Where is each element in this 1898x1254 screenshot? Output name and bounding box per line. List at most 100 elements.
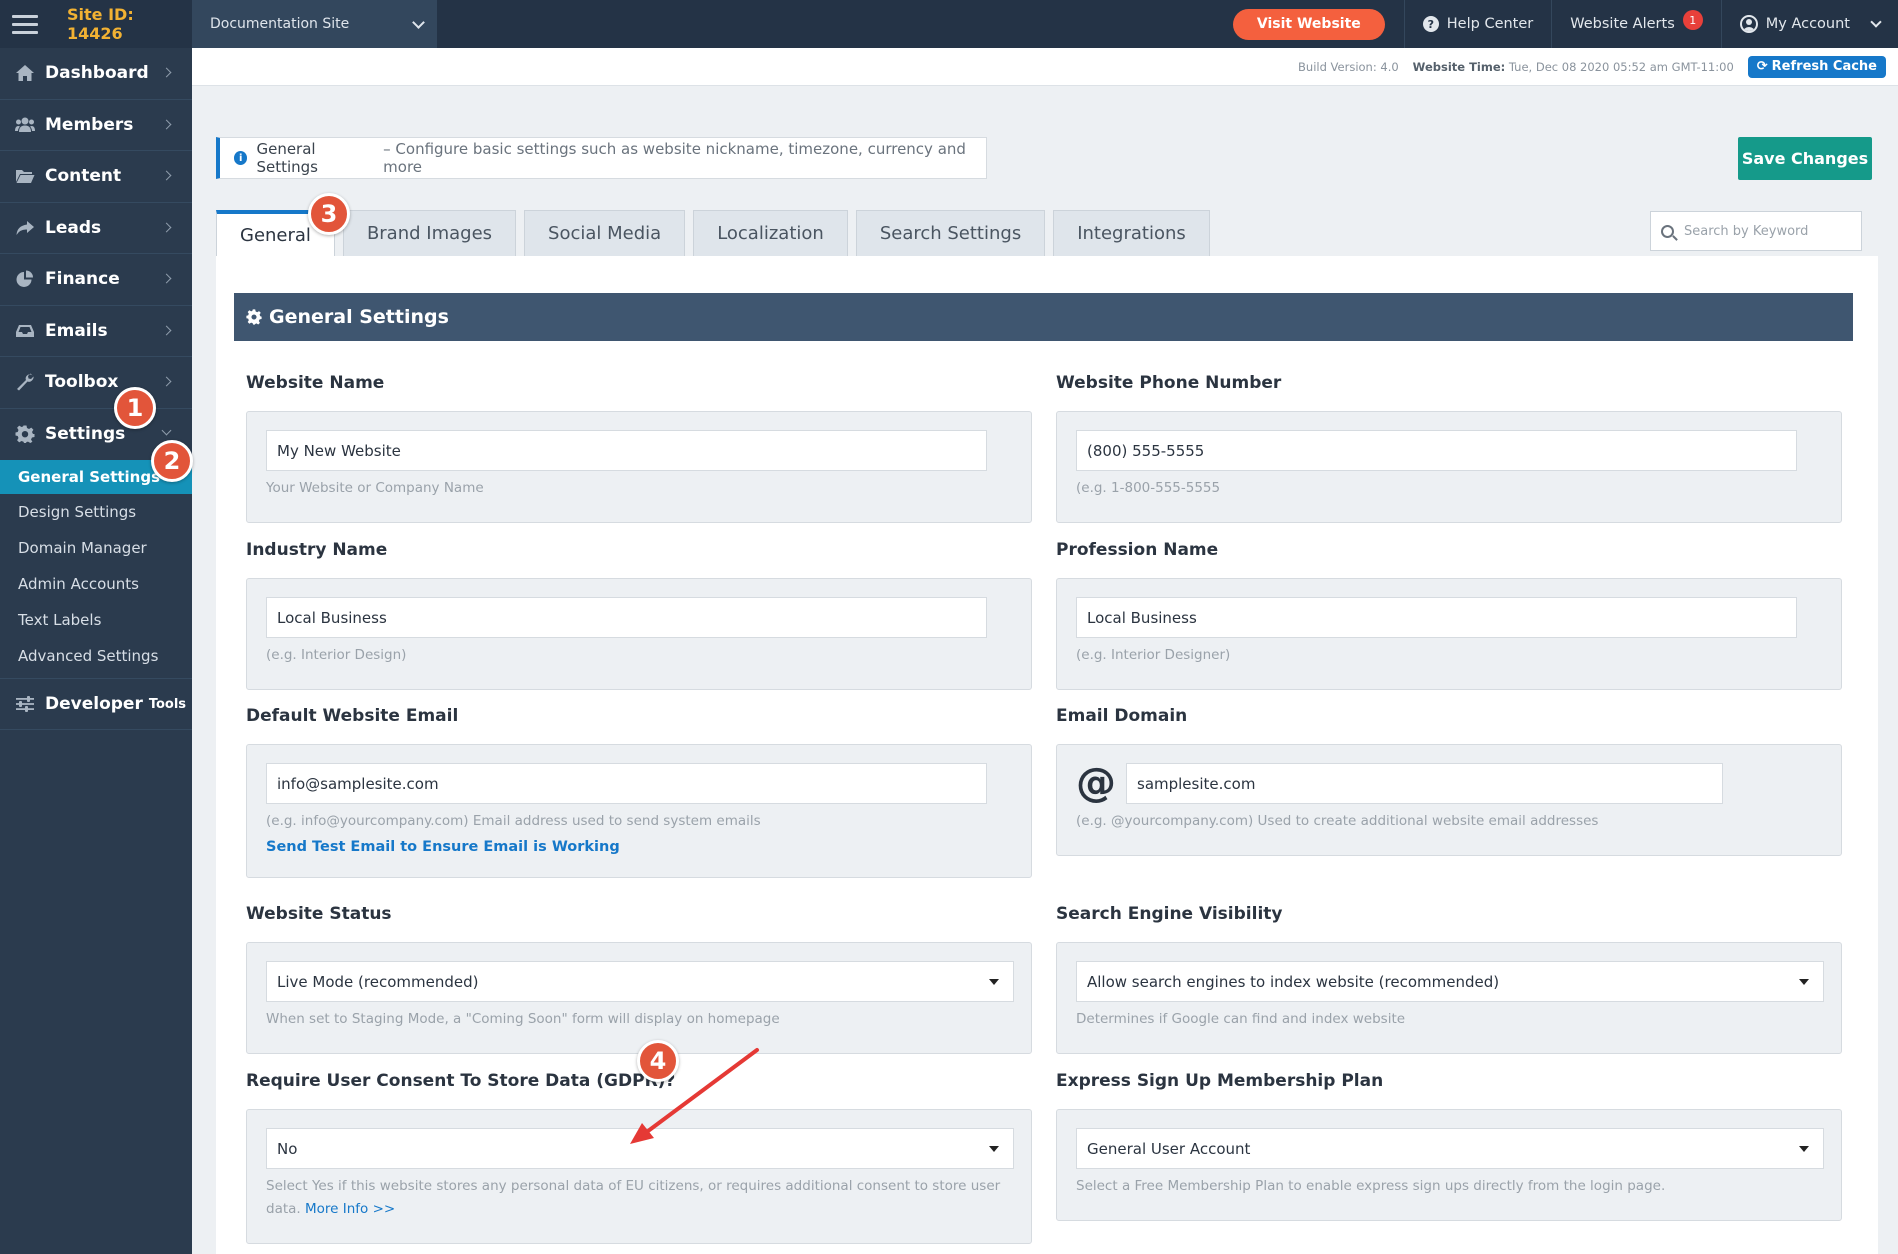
field-label: Profession Name xyxy=(1056,540,1219,560)
website-name-input[interactable]: My New Website xyxy=(266,430,987,471)
field-box: Allow search engines to index website (r… xyxy=(1056,942,1842,1054)
sidebar-item-toolbox[interactable]: Toolbox xyxy=(0,357,192,409)
sidebar-item-finance[interactable]: Finance xyxy=(0,254,192,306)
field-help-text: Your Website or Company Name xyxy=(266,480,484,496)
sidebar-item-dashboard[interactable]: Dashboard xyxy=(0,48,192,100)
express-signup-select[interactable]: General User Account xyxy=(1076,1128,1824,1169)
chevron-right-icon xyxy=(161,273,172,284)
refresh-cache-label: Refresh Cache xyxy=(1771,59,1877,74)
sidebar-item-members[interactable]: Members xyxy=(0,100,192,151)
help-center-label: Help Center xyxy=(1446,16,1534,32)
chevron-right-icon xyxy=(161,170,172,181)
chevron-right-icon xyxy=(161,325,172,335)
send-test-email-link[interactable]: Send Test Email to Ensure Email is Worki… xyxy=(266,839,1012,855)
website-alerts-link[interactable]: Website Alerts 1 xyxy=(1551,0,1720,48)
site-id: Site ID: 14426 xyxy=(67,5,134,43)
sidebar-subitem-text-labels[interactable]: Text Labels xyxy=(0,602,192,638)
field-help-text: (e.g. info@yourcompany.com) Email addres… xyxy=(266,813,761,829)
annotation-badge-2: 2 xyxy=(151,440,193,482)
site-selector[interactable]: Documentation Site xyxy=(192,0,437,48)
gear-icon xyxy=(14,425,35,444)
sidebar-subitem-admin-accounts[interactable]: Admin Accounts xyxy=(0,566,192,602)
field-box: Live Mode (recommended) When set to Stag… xyxy=(246,942,1032,1054)
website-status-field: Website Status Live Mode (recommended) W… xyxy=(246,904,1032,1054)
annotation-arrow xyxy=(630,1048,759,1144)
at-sign-icon: @ xyxy=(1076,760,1116,806)
keyword-search-input[interactable]: Search by Keyword xyxy=(1650,211,1862,251)
sidebar-item-label: Toolbox xyxy=(45,372,119,393)
hamburger-menu-icon[interactable] xyxy=(0,0,50,48)
sidebar-subitem-advanced-settings[interactable]: Advanced Settings xyxy=(0,638,192,674)
sidebar-item-label: Dashboard xyxy=(45,63,149,84)
sidebar-item-label: Emails xyxy=(45,320,108,341)
chevron-right-icon xyxy=(161,376,172,387)
email-domain-input[interactable]: samplesite.com xyxy=(1126,763,1723,804)
caret-down-icon xyxy=(989,978,999,985)
field-help-text: Select a Free Membership Plan to enable … xyxy=(1076,1178,1666,1194)
tab-search-settings[interactable]: Search Settings xyxy=(855,210,1046,256)
field-help-text: Select Yes if this website stores any pe… xyxy=(266,1175,1012,1221)
users-icon xyxy=(14,116,35,134)
save-changes-button[interactable]: Save Changes xyxy=(1738,137,1872,180)
tab-social-media[interactable]: Social Media xyxy=(524,210,686,256)
sliders-icon xyxy=(14,695,35,713)
website-phone-input[interactable]: (800) 555-5555 xyxy=(1076,430,1797,471)
field-help-text: When set to Staging Mode, a "Coming Soon… xyxy=(266,1011,780,1027)
select-value: No xyxy=(277,1139,298,1158)
field-help-text: (e.g. @yourcompany.com) Used to create a… xyxy=(1076,813,1599,829)
field-label: Search Engine Visibility xyxy=(1056,904,1283,924)
question-circle-icon: ? xyxy=(1422,16,1439,32)
refresh-cache-button[interactable]: ⟳ Refresh Cache xyxy=(1747,55,1886,78)
sidebar-item-leads[interactable]: Leads xyxy=(0,203,192,254)
sidebar-subitem-domain-manager[interactable]: Domain Manager xyxy=(0,530,192,566)
my-account-menu[interactable]: My Account xyxy=(1720,0,1898,48)
status-bar: Build Version: 4.0 Website Time: Tue, De… xyxy=(192,48,1898,86)
website-alerts-label: Website Alerts xyxy=(1570,16,1675,32)
sidebar-item-content[interactable]: Content xyxy=(0,151,192,203)
tab-localization[interactable]: Localization xyxy=(693,210,848,256)
tab-integrations[interactable]: Integrations xyxy=(1053,210,1210,256)
field-label: Email Domain xyxy=(1056,706,1188,726)
sidebar-item-label: Developer xyxy=(45,693,143,714)
wrench-icon xyxy=(14,373,35,391)
pie-chart-icon xyxy=(14,270,35,288)
field-box: General User Account Select a Free Membe… xyxy=(1056,1109,1842,1221)
page-title: General Settings xyxy=(256,140,318,176)
page-description: – Configure basic settings such as websi… xyxy=(383,140,966,176)
search-icon xyxy=(1661,224,1674,238)
help-center-link[interactable]: ? Help Center xyxy=(1403,0,1551,48)
visit-website-button[interactable]: Visit Website xyxy=(1232,8,1385,40)
profession-name-field: Profession Name Local Business (e.g. Int… xyxy=(1056,540,1842,690)
my-account-label: My Account xyxy=(1765,16,1850,32)
sidebar-item-sublabel: Tools xyxy=(148,697,187,713)
search-visibility-select[interactable]: Allow search engines to index website (r… xyxy=(1076,961,1824,1002)
gear-icon xyxy=(246,309,262,325)
inbox-icon xyxy=(14,322,35,340)
field-box: (800) 555-5555 (e.g. 1-800-555-5555 xyxy=(1056,411,1842,523)
sidebar-subitem-design-settings[interactable]: Design Settings xyxy=(0,494,192,530)
website-status-select[interactable]: Live Mode (recommended) xyxy=(266,961,1014,1002)
website-phone-field: Website Phone Number (800) 555-5555 (e.g… xyxy=(1056,373,1842,523)
field-label: Default Website Email xyxy=(246,706,459,726)
profession-name-input[interactable]: Local Business xyxy=(1076,597,1797,638)
express-signup-field: Express Sign Up Membership Plan General … xyxy=(1056,1071,1842,1221)
field-label: Website Name xyxy=(246,373,385,393)
tab-brand-images[interactable]: Brand Images xyxy=(342,210,517,256)
industry-name-input[interactable]: Local Business xyxy=(266,597,987,638)
sidebar-item-developer-tools[interactable]: Developer Tools xyxy=(0,678,192,730)
field-box: @ samplesite.com (e.g. @yourcompany.com)… xyxy=(1056,744,1842,856)
field-label: Express Sign Up Membership Plan xyxy=(1056,1071,1384,1091)
annotation-badge-3: 3 xyxy=(308,193,350,235)
panel-title: General Settings xyxy=(269,306,449,328)
home-icon xyxy=(14,64,35,82)
chevron-down-icon xyxy=(412,15,425,29)
sidebar-item-label: Settings xyxy=(45,424,126,445)
page-info-bar: i General Settings – Configure basic set… xyxy=(216,137,987,179)
more-info-link[interactable]: More Info >> xyxy=(305,1201,395,1217)
default-email-input[interactable]: info@samplesite.com xyxy=(266,763,987,804)
sidebar-item-emails[interactable]: Emails xyxy=(0,306,192,357)
caret-down-icon xyxy=(989,1145,999,1152)
settings-submenu: General Settings Design Settings Domain … xyxy=(0,460,192,674)
general-settings-panel: General Settings Website Name My New Web… xyxy=(216,256,1878,1254)
search-placeholder: Search by Keyword xyxy=(1684,223,1809,239)
